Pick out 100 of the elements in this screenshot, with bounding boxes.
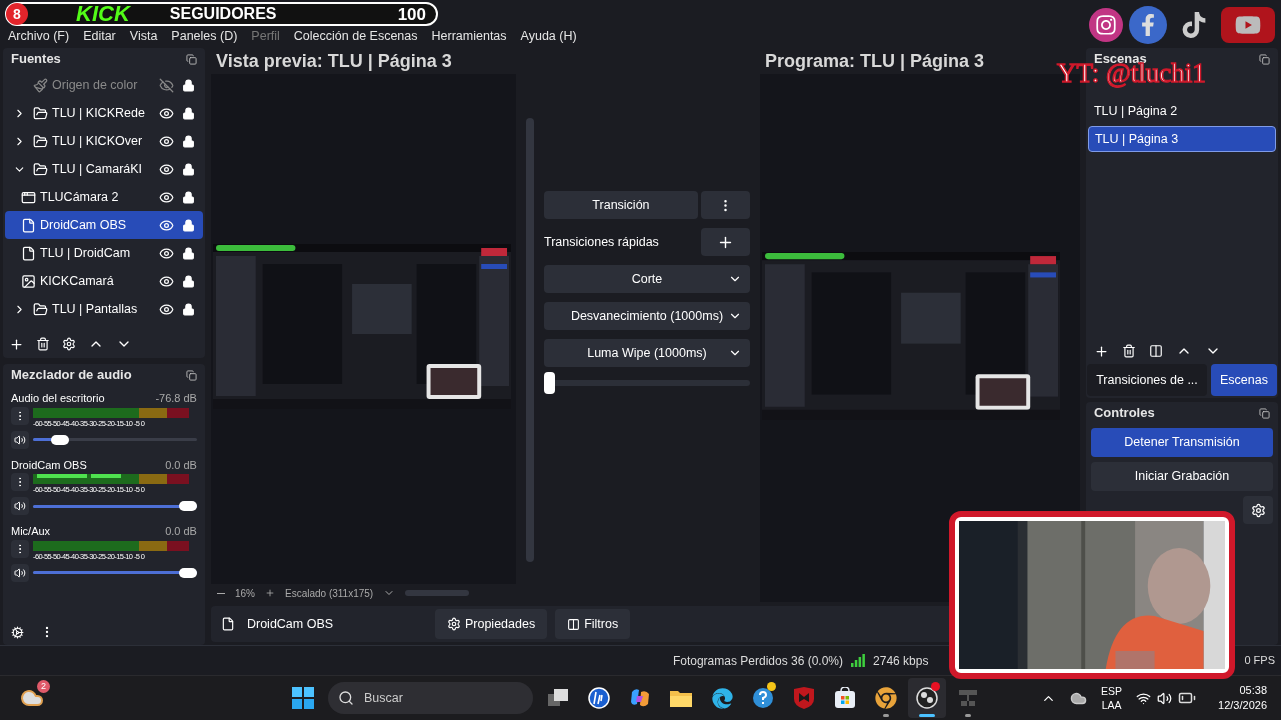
search-field[interactable]: Buscar	[328, 682, 533, 714]
eye-icon[interactable]	[158, 245, 174, 261]
slider-thumb[interactable]	[543, 372, 555, 394]
scrollbar[interactable]	[405, 590, 470, 596]
control-button[interactable]: Iniciar Grabación	[1090, 462, 1273, 491]
scrollbar[interactable]	[525, 118, 534, 562]
source-item[interactable]: TLU | Pantallas	[5, 295, 203, 323]
trash-icon[interactable]	[1121, 344, 1136, 358]
lock-icon[interactable]	[181, 274, 195, 288]
eye-icon[interactable]	[158, 161, 174, 177]
transition-dropdown[interactable]: Luma Wipe (1000ms)	[543, 339, 750, 367]
lock-icon[interactable]	[181, 302, 195, 316]
volume-thumb[interactable]	[178, 567, 197, 578]
advanced-settings-icon[interactable]	[11, 625, 24, 639]
eye-icon[interactable]	[158, 217, 174, 233]
undock-icon[interactable]	[1259, 407, 1270, 419]
language-code[interactable]: ESP	[1101, 684, 1123, 698]
transition-slider[interactable]	[543, 372, 750, 394]
volume-slider[interactable]	[33, 433, 197, 446]
transition-dropdown[interactable]: Corte	[543, 265, 750, 293]
file-icon	[220, 617, 235, 631]
source-item[interactable]: DroidCam OBS	[5, 211, 203, 239]
menu-item[interactable]: Herramientas	[431, 26, 507, 46]
menu-item[interactable]: Archivo (F)	[8, 26, 70, 46]
task-view-icon	[548, 689, 568, 707]
add-icon[interactable]	[1093, 343, 1109, 359]
bitrate: 2746 kbps	[873, 652, 929, 670]
channel-reading: -76.8 dB	[155, 391, 197, 406]
lock-icon[interactable]	[181, 134, 195, 148]
source-item[interactable]: TLU | CamaráKI	[5, 155, 203, 183]
clock-time[interactable]: 05:38	[1239, 683, 1267, 698]
menu-item[interactable]: Editar	[83, 26, 116, 46]
volume-slider[interactable]	[33, 566, 197, 579]
lock-icon[interactable]	[181, 218, 195, 232]
eye-icon[interactable]	[158, 105, 174, 121]
properties-button[interactable]: Propiedades	[434, 609, 548, 639]
lock-icon[interactable]	[181, 162, 195, 176]
source-label: TLU | KICKRede	[52, 104, 146, 122]
source-label: KICKCamará	[40, 272, 115, 290]
add-icon[interactable]	[9, 336, 24, 352]
source-item[interactable]: KICKCamará	[5, 267, 203, 295]
scene-item[interactable]: TLU | Página 3	[1087, 126, 1276, 152]
tiktok-icon	[1181, 12, 1207, 38]
lock-icon[interactable]	[181, 190, 195, 204]
followers-count: 100	[397, 5, 426, 23]
source-label: TLU | KICKOver	[52, 132, 144, 150]
filters-button[interactable]: Filtros	[555, 609, 631, 639]
preview-title: Vista previa: TLU | Página 3	[214, 50, 453, 73]
quick-transitions-label: Transiciones rápidas	[543, 233, 660, 251]
dock-title: Controles	[1093, 404, 1155, 423]
gear-icon[interactable]	[446, 617, 461, 631]
help-icon	[752, 687, 774, 709]
undock-icon[interactable]	[185, 53, 197, 65]
undock-icon[interactable]	[185, 369, 197, 381]
filters-icon[interactable]	[1148, 344, 1163, 358]
source-item[interactable]: TLU | DroidCam	[5, 239, 203, 267]
filters-icon[interactable]	[567, 617, 581, 631]
eye-icon[interactable]	[158, 273, 174, 289]
control-button[interactable]: Detener Transmisión	[1090, 428, 1273, 457]
channel-name: DroidCam OBS	[11, 457, 87, 473]
trash-icon[interactable]	[36, 337, 50, 351]
lock-icon[interactable]	[181, 106, 195, 120]
dock-tab[interactable]: Escenas	[1211, 364, 1277, 396]
wifi-icon[interactable]	[1136, 690, 1152, 706]
search-icon[interactable]	[338, 690, 354, 706]
volume-thumb[interactable]	[178, 501, 197, 511]
eye-icon[interactable]	[158, 301, 174, 317]
settings-button[interactable]	[1243, 496, 1273, 524]
menu-item[interactable]: Colección de Escenas	[293, 26, 418, 46]
lock-icon[interactable]	[181, 78, 195, 92]
settings-icon[interactable]	[62, 337, 76, 351]
zoom-in-icon[interactable]	[265, 588, 275, 598]
transition-button[interactable]: Transición	[543, 191, 698, 219]
source-item[interactable]: Origen de color	[5, 71, 203, 99]
clock-date[interactable]: 12/3/2026	[1218, 698, 1267, 713]
volume-icon[interactable]	[1157, 690, 1173, 706]
eye-icon[interactable]	[158, 133, 174, 149]
source-item[interactable]: TLU | KICKRede	[5, 99, 203, 127]
scene-item[interactable]: TLU | Página 2	[1087, 98, 1276, 124]
source-item[interactable]: TLUCámara 2	[5, 183, 203, 211]
lock-icon[interactable]	[181, 246, 195, 260]
keyboard-layout[interactable]: LAA	[1101, 698, 1122, 712]
eye-icon[interactable]	[158, 189, 174, 205]
undock-icon[interactable]	[1259, 53, 1270, 65]
volume-slider[interactable]	[33, 500, 197, 512]
source-item[interactable]: TLU | KICKOver	[5, 127, 203, 155]
menu-item[interactable]: Paneles (D)	[171, 26, 238, 46]
transition-dropdown[interactable]: Desvanecimiento (1000ms)	[543, 302, 750, 330]
file-icon	[21, 245, 36, 261]
scaling-mode: Escalado (311x175)	[285, 586, 374, 601]
eye-off-icon[interactable]	[158, 77, 174, 93]
dock-tab[interactable]: Transiciones de ...	[1086, 364, 1207, 396]
menu-item[interactable]: Vista	[129, 26, 158, 46]
followers-label: SEGUIDORES	[169, 6, 278, 22]
taskbar-app[interactable]	[908, 678, 946, 718]
menu-item[interactable]: Ayuda (H)	[520, 26, 577, 46]
camera-logo-icon	[1095, 14, 1117, 36]
channel-reading: 0.0 dB	[165, 457, 197, 473]
gear-icon[interactable]	[1250, 502, 1266, 518]
volume-thumb[interactable]	[50, 434, 69, 445]
